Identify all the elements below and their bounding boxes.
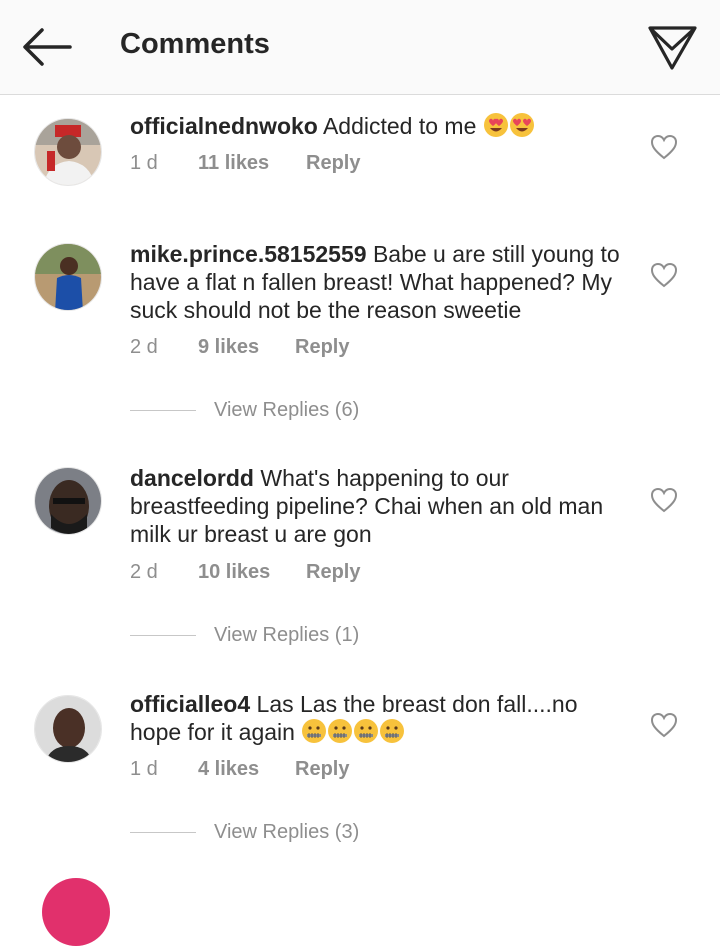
back-arrow-icon[interactable] [18,22,76,72]
comment-username[interactable]: officialleo4 [130,691,250,717]
avatar[interactable] [34,467,102,535]
divider-line [130,410,196,411]
heart-icon[interactable] [650,262,678,288]
likes-count[interactable]: 10 likes [198,561,270,584]
zipper-mouth-emoji-icon [327,718,353,750]
avatar[interactable] [42,878,110,946]
likes-count[interactable]: 9 likes [198,336,259,359]
header-bar: Comments [0,0,720,95]
avatar[interactable] [34,243,102,311]
comment-username[interactable]: dancelordd [130,465,254,491]
heart-eyes-emoji-icon [509,112,535,144]
reply-button[interactable]: Reply [306,152,360,175]
reply-button[interactable]: Reply [295,336,349,359]
zipper-mouth-emoji-icon [353,718,379,750]
send-icon[interactable] [645,18,701,74]
comment-username[interactable]: mike.prince.58152559 [130,241,367,267]
heart-icon[interactable] [650,712,678,738]
likes-count[interactable]: 4 likes [198,758,259,781]
heart-icon[interactable] [650,487,678,513]
zipper-mouth-emoji-icon [379,718,405,750]
view-replies-label: View Replies (3) [214,821,360,843]
comment-time: 1 d [130,152,158,174]
likes-count[interactable]: 11 likes [198,152,269,175]
view-replies-button[interactable]: View Replies (3) [130,821,430,845]
reply-button[interactable]: Reply [306,561,360,584]
avatar[interactable] [34,118,102,186]
view-replies-label: View Replies (6) [214,399,360,421]
comment-text: officialleo4 Las Las the breast don fall… [130,690,630,750]
comment-username[interactable]: officialnednwoko [130,113,318,139]
divider-line [130,832,196,833]
view-replies-button[interactable]: View Replies (1) [130,624,430,648]
divider-line [130,635,196,636]
heart-eyes-emoji-icon [483,112,509,144]
page-title: Comments [120,28,270,60]
view-replies-label: View Replies (1) [214,624,360,646]
comment-time: 1 d [130,758,158,780]
comment-text: dancelordd What's happening to our breas… [130,464,630,548]
zipper-mouth-emoji-icon [301,718,327,750]
heart-icon[interactable] [650,134,678,160]
avatar[interactable] [34,695,102,763]
reply-button[interactable]: Reply [295,758,349,781]
comment-time: 2 d [130,336,158,358]
view-replies-button[interactable]: View Replies (6) [130,399,430,423]
comment-time: 2 d [130,561,158,583]
comment-text: officialnednwoko Addicted to me [130,112,630,144]
comment-text: mike.prince.58152559 Babe u are still yo… [130,240,630,324]
comment-body: Addicted to me [317,113,483,139]
